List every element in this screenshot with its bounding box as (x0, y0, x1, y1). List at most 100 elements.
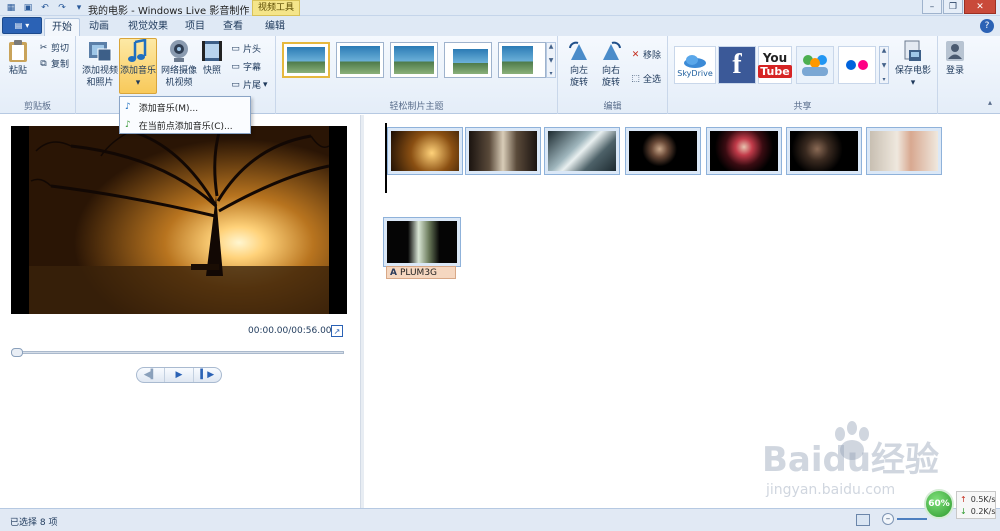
messenger-group-icon[interactable] (796, 46, 834, 84)
file-menu-button[interactable]: ▤ ▾ (2, 17, 42, 34)
quick-access-toolbar: ▦ ▣ ↶ ↷ ▾ (4, 1, 86, 14)
music-note-icon: ♪ (125, 102, 131, 112)
theme-thumbnail[interactable] (336, 42, 384, 78)
fullscreen-icon[interactable]: ↗ (331, 325, 343, 337)
watermark-sub: jingyan.baidu.com (766, 482, 896, 498)
video-preview[interactable] (11, 126, 347, 314)
clipboard-icon (6, 39, 30, 63)
group-clipboard: 粘贴 ✂ 剪切 ⧉ 复制 剪贴板 (0, 36, 76, 114)
theme-thumbnail[interactable] (444, 42, 492, 78)
chevron-down-icon: ▾ (25, 21, 30, 30)
flickr-icon[interactable] (838, 46, 876, 84)
music-note-plus-icon: ♪ (125, 120, 131, 130)
chevron-up-icon: ▲ (548, 43, 554, 50)
zoom-slider[interactable] (897, 518, 927, 520)
expand-icon: ▾ (882, 76, 886, 83)
copy-label: 复制 (51, 60, 70, 70)
ribbon-collapse-icon[interactable]: ▴ (988, 98, 992, 107)
tab-edit[interactable]: 编辑 (258, 18, 292, 36)
youtube-button[interactable]: You Tube (758, 46, 792, 84)
remove-button[interactable]: ✕ 移除 (630, 48, 661, 62)
cut-button[interactable]: ✂ 剪切 (38, 41, 69, 55)
storyboard-clip[interactable] (786, 127, 862, 175)
seek-bar[interactable] (11, 348, 344, 357)
save-movie-button[interactable]: 保存电影 ▾ (892, 39, 934, 89)
qat-dropdown-icon[interactable]: ▾ (72, 1, 86, 14)
play-button[interactable]: ▶ (164, 368, 194, 382)
minimize-button[interactable]: – (922, 0, 942, 14)
previous-frame-button[interactable]: ◀▍ (137, 368, 164, 382)
menu-icon: ▤ (14, 21, 23, 30)
credits-button[interactable]: ▭ 片尾 ▾ (230, 78, 267, 92)
rotate-right-button[interactable]: 向右 旋转 (598, 39, 624, 89)
view-storyboard-icon[interactable] (856, 514, 870, 526)
rotate-right-icon (599, 39, 623, 63)
rotate-left-button[interactable]: 向左 旋转 (566, 39, 592, 89)
add-music-button[interactable]: 添加音乐 ▾ (119, 38, 157, 94)
seek-thumb[interactable] (11, 348, 23, 357)
menu-item-add-music-at-point[interactable]: ♪ 在当前点添加音乐(C)... (123, 117, 247, 133)
skydrive-label: SkyDrive (677, 68, 713, 78)
tab-visual-effects[interactable]: 视觉效果 (122, 18, 174, 36)
storyboard-clip[interactable] (465, 127, 541, 175)
group-editing: 向左 旋转 向右 旋转 ✕ 移除 ⬚ 全选 编辑 (558, 36, 668, 114)
undo-icon[interactable]: ↶ (38, 1, 52, 14)
skydrive-button[interactable]: SkyDrive (674, 46, 716, 84)
theme-thumbnail[interactable] (390, 42, 438, 78)
sign-in-label: 登录 (945, 66, 964, 76)
snapshot-button[interactable]: 快照 (200, 39, 224, 77)
status-selected-count: 已选择 8 项 (10, 518, 58, 528)
add-music-menu: ♪ 添加音乐(M)... ♪ 在当前点添加音乐(C)... (119, 96, 251, 134)
gallery-scrollbar[interactable]: ▲ ▼ ▾ (546, 42, 556, 78)
theme-thumbnail[interactable] (498, 42, 546, 78)
redo-icon[interactable]: ↷ (55, 1, 69, 14)
credits-icon: ▭ (231, 79, 240, 90)
storyboard-clip[interactable] (387, 127, 463, 175)
caption-button[interactable]: ▭ 字幕 (230, 60, 261, 74)
close-button[interactable]: ✕ (964, 0, 996, 14)
youtube-label-1: You (762, 51, 788, 65)
upload-arrow-icon: ↑ (960, 495, 967, 504)
webcam-video-button[interactable]: 网络摄像 机视频 (158, 39, 200, 89)
app-icon[interactable]: ▦ (4, 1, 18, 14)
select-all-button[interactable]: ⬚ 全选 (630, 72, 662, 86)
ribbon-tab-bar: ▤ ▾ 开始 动画 视觉效果 项目 查看 编辑 ? (0, 16, 1000, 36)
tab-animations[interactable]: 动画 (84, 18, 114, 36)
title-button[interactable]: ▭ 片头 (230, 42, 261, 56)
menu-item-add-music[interactable]: ♪ 添加音乐(M)... (123, 99, 247, 115)
select-all-label: 全选 (643, 75, 662, 85)
group-sign-in: 登录 (938, 36, 972, 114)
storyboard-clip[interactable] (544, 127, 620, 175)
copy-button[interactable]: ⧉ 复制 (38, 57, 70, 71)
tab-view[interactable]: 查看 (218, 18, 248, 36)
tab-home[interactable]: 开始 (44, 18, 80, 36)
maximize-button[interactable]: ❐ (943, 0, 963, 14)
contextual-tab-video-tools: 视频工具 (252, 0, 300, 16)
storyboard-clip[interactable] (866, 127, 942, 175)
theme-thumbnail[interactable] (282, 42, 330, 78)
facebook-icon[interactable]: f (718, 46, 756, 84)
tab-project[interactable]: 项目 (180, 18, 210, 36)
copy-icon: ⧉ (40, 58, 47, 69)
zoom-control: – (882, 513, 927, 525)
upload-speed: 0.5K/s (970, 495, 996, 504)
network-speed-box: ↑ 0.5K/s ↓ 0.2K/s (956, 491, 996, 519)
credits-label: 片尾 (243, 81, 262, 91)
share-gallery-scrollbar[interactable]: ▲ ▼ ▾ (879, 46, 889, 84)
sign-in-button[interactable]: 登录 (941, 39, 969, 77)
storyboard-clip[interactable] (706, 127, 782, 175)
zoom-out-button[interactable]: – (882, 513, 894, 525)
network-speed-widget: 60% ↑ 0.5K/s ↓ 0.2K/s (924, 487, 996, 521)
storyboard-clip[interactable] (625, 127, 701, 175)
save-icon[interactable]: ▣ (21, 1, 35, 14)
add-videos-label-2: 和照片 (86, 78, 114, 88)
add-videos-photos-button[interactable]: 添加视频 和照片 (80, 39, 120, 89)
next-frame-button[interactable]: ▍▶ (194, 368, 221, 382)
storyboard-clip-selected[interactable] (383, 217, 461, 267)
help-icon[interactable]: ? (980, 19, 994, 33)
save-movie-icon (901, 39, 925, 63)
webcam-label-1: 网络摄像 (160, 66, 197, 76)
caption-tag[interactable]: A PLUM3G (386, 266, 456, 279)
paste-button[interactable]: 粘贴 (6, 39, 30, 77)
select-all-icon: ⬚ (631, 73, 640, 84)
